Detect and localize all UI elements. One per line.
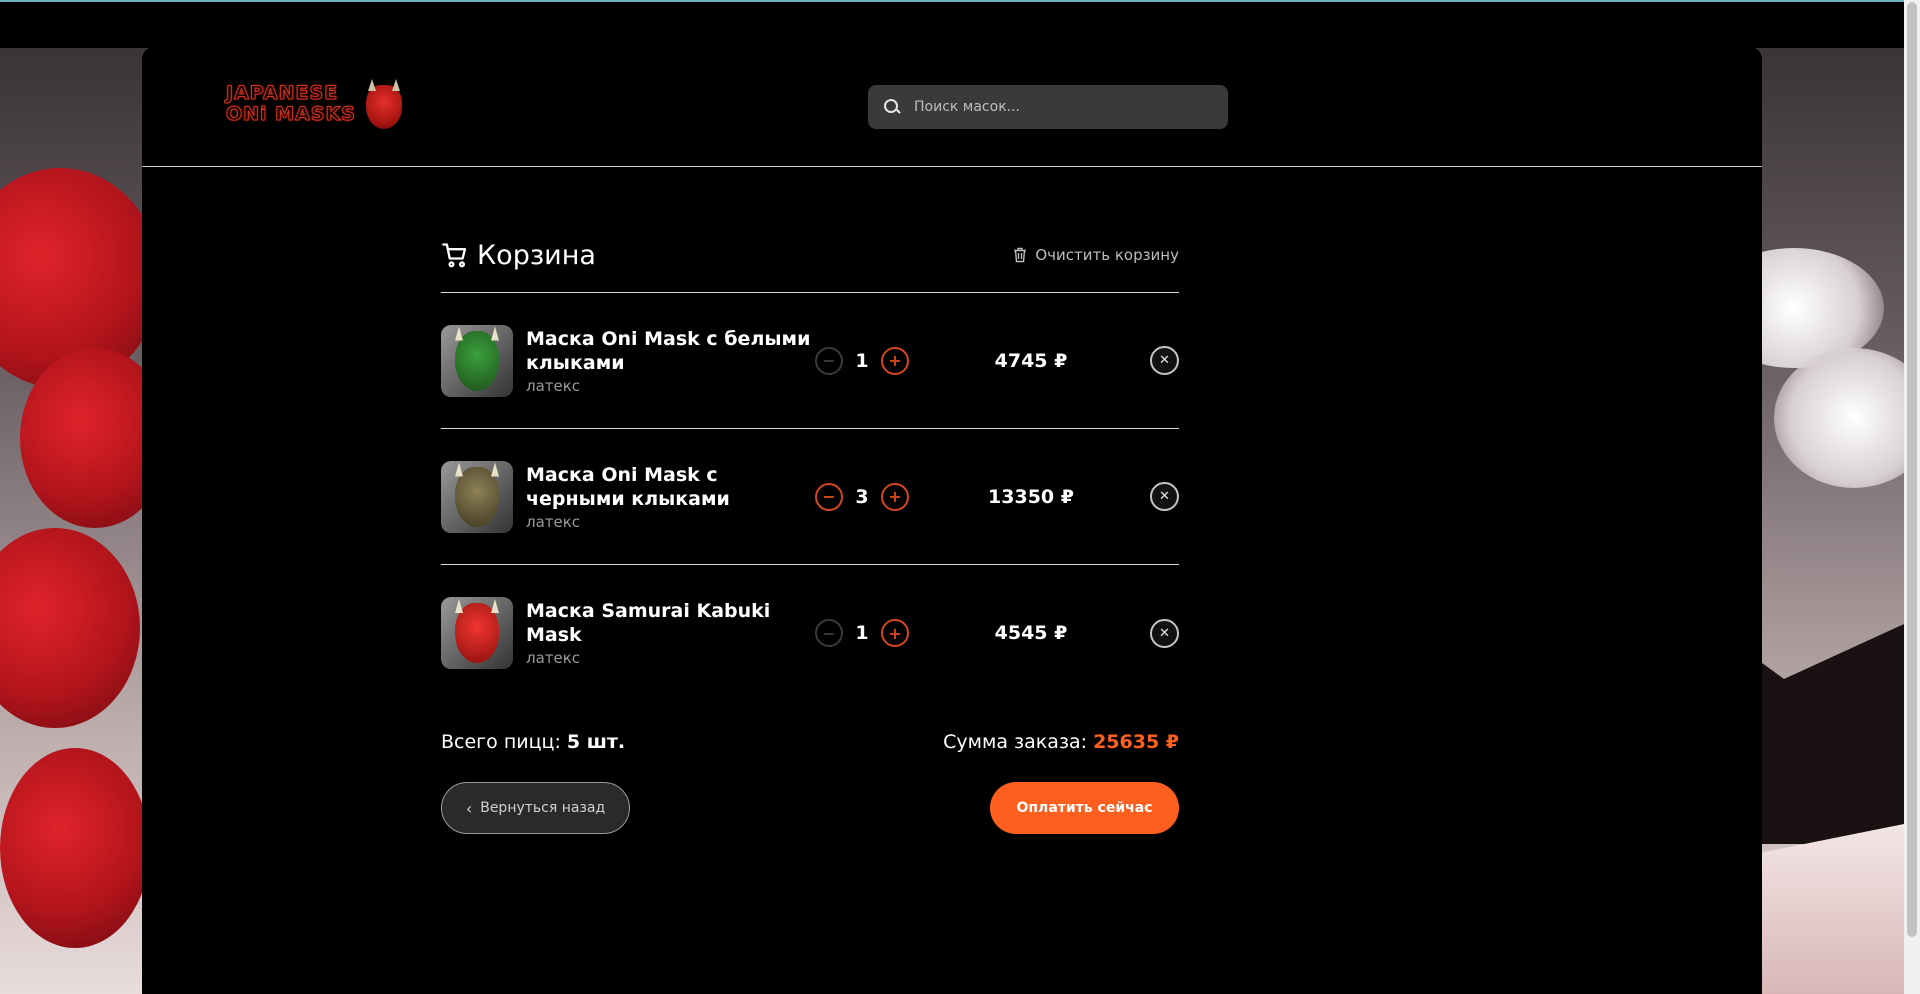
- pay-button-label: Оплатить сейчас: [1016, 800, 1153, 816]
- product-thumbnail[interactable]: [441, 460, 513, 533]
- remove-item-button[interactable]: ✕: [1150, 346, 1179, 375]
- product-material: латекс: [526, 376, 581, 395]
- product-name[interactable]: Маска Oni Mask с белыми клыками: [526, 327, 816, 375]
- product-info: Маска Samurai Kabuki Mask латекс: [526, 599, 816, 667]
- search-input[interactable]: [914, 99, 1214, 115]
- clear-cart-button[interactable]: Очистить корзину: [1013, 246, 1179, 264]
- item-price: 4745 ₽: [994, 349, 1068, 372]
- cart-title: Корзина: [441, 240, 596, 271]
- increase-quantity-button[interactable]: +: [881, 346, 909, 375]
- item-price: 4545 ₽: [994, 622, 1068, 644]
- product-name[interactable]: Маска Oni Mask с черными клыками: [526, 463, 816, 511]
- tree-foliage: [0, 748, 150, 948]
- decrease-quantity-button[interactable]: −: [815, 346, 843, 375]
- horn-shape: [491, 326, 499, 341]
- oni-face-icon: [366, 85, 402, 129]
- decrease-quantity-button[interactable]: −: [815, 619, 843, 647]
- total-count-label: Всего пицц:: [441, 731, 561, 753]
- cart-item: Маска Samurai Kabuki Mask латекс − 1 + 4…: [441, 565, 1179, 701]
- product-info: Маска Oni Mask с белыми клыками латекс: [526, 327, 816, 395]
- search-bar[interactable]: [868, 85, 1228, 129]
- product-material: латекс: [526, 512, 581, 531]
- remove-item-button[interactable]: ✕: [1150, 482, 1179, 511]
- site-header: JAPANESE ONi MASKS: [142, 47, 1762, 167]
- quantity-value: 3: [855, 485, 869, 508]
- cart-title-text: Корзина: [477, 239, 596, 271]
- quantity-value: 1: [855, 622, 869, 644]
- product-thumbnail[interactable]: [441, 597, 513, 669]
- browser-top-bar: [0, 0, 1904, 48]
- search-icon: [884, 99, 900, 115]
- quantity-stepper: − 3 +: [815, 482, 909, 511]
- total-sum: Сумма заказа: 25635 ₽: [943, 731, 1179, 753]
- cart-actions: ‹ Вернуться назад Оплатить сейчас: [441, 782, 1179, 834]
- horn-shape: [455, 599, 463, 613]
- cloud: [1774, 348, 1904, 488]
- increase-quantity-button[interactable]: +: [881, 619, 909, 647]
- chevron-left-icon: ‹: [465, 798, 473, 818]
- pay-now-button[interactable]: Оплатить сейчас: [990, 782, 1179, 834]
- increase-quantity-button[interactable]: +: [881, 482, 909, 511]
- clear-cart-label: Очистить корзину: [1035, 246, 1179, 264]
- product-info: Маска Oni Mask с черными клыками латекс: [526, 463, 816, 531]
- decrease-quantity-button[interactable]: −: [815, 482, 843, 511]
- cart-icon: [442, 243, 467, 268]
- cart-section: Корзина Очистить корзину Маска Oni Mask …: [441, 235, 1179, 834]
- trash-icon: [1014, 247, 1027, 263]
- cart-summary: Всего пицц: 5 шт. Сумма заказа: 25635 ₽: [441, 731, 1179, 753]
- remove-item-button[interactable]: ✕: [1150, 618, 1179, 648]
- back-button[interactable]: ‹ Вернуться назад: [441, 782, 630, 834]
- cart-item: Маска Oni Mask с белыми клыками латекс −…: [441, 293, 1179, 429]
- cart-header: Корзина Очистить корзину: [441, 235, 1179, 275]
- cart-item: Маска Oni Mask с черными клыками латекс …: [441, 429, 1179, 565]
- scrollbar-thumb[interactable]: [1907, 2, 1917, 937]
- tree-foliage: [0, 528, 140, 728]
- quantity-value: 1: [855, 349, 869, 372]
- cart-items-list: Маска Oni Mask с белыми клыками латекс −…: [441, 292, 1179, 701]
- total-sum-value: 25635 ₽: [1093, 731, 1179, 753]
- horn-shape: [491, 462, 499, 477]
- back-button-label: Вернуться назад: [480, 800, 606, 816]
- horn-shape: [455, 462, 463, 477]
- product-material: латекс: [526, 649, 581, 667]
- total-sum-label: Сумма заказа:: [943, 731, 1088, 753]
- quantity-stepper: − 1 +: [815, 619, 909, 647]
- horn-shape: [455, 326, 463, 341]
- page-scrollbar[interactable]: [1904, 0, 1920, 994]
- quantity-stepper: − 1 +: [815, 346, 909, 375]
- horn-shape: [491, 599, 499, 613]
- total-count: Всего пицц: 5 шт.: [441, 731, 625, 753]
- product-name[interactable]: Маска Samurai Kabuki Mask: [526, 599, 816, 647]
- item-price: 13350 ₽: [988, 485, 1074, 508]
- product-thumbnail[interactable]: [441, 324, 513, 397]
- total-count-value: 5 шт.: [566, 731, 626, 753]
- site-logo[interactable]: JAPANESE ONi MASKS: [226, 82, 406, 133]
